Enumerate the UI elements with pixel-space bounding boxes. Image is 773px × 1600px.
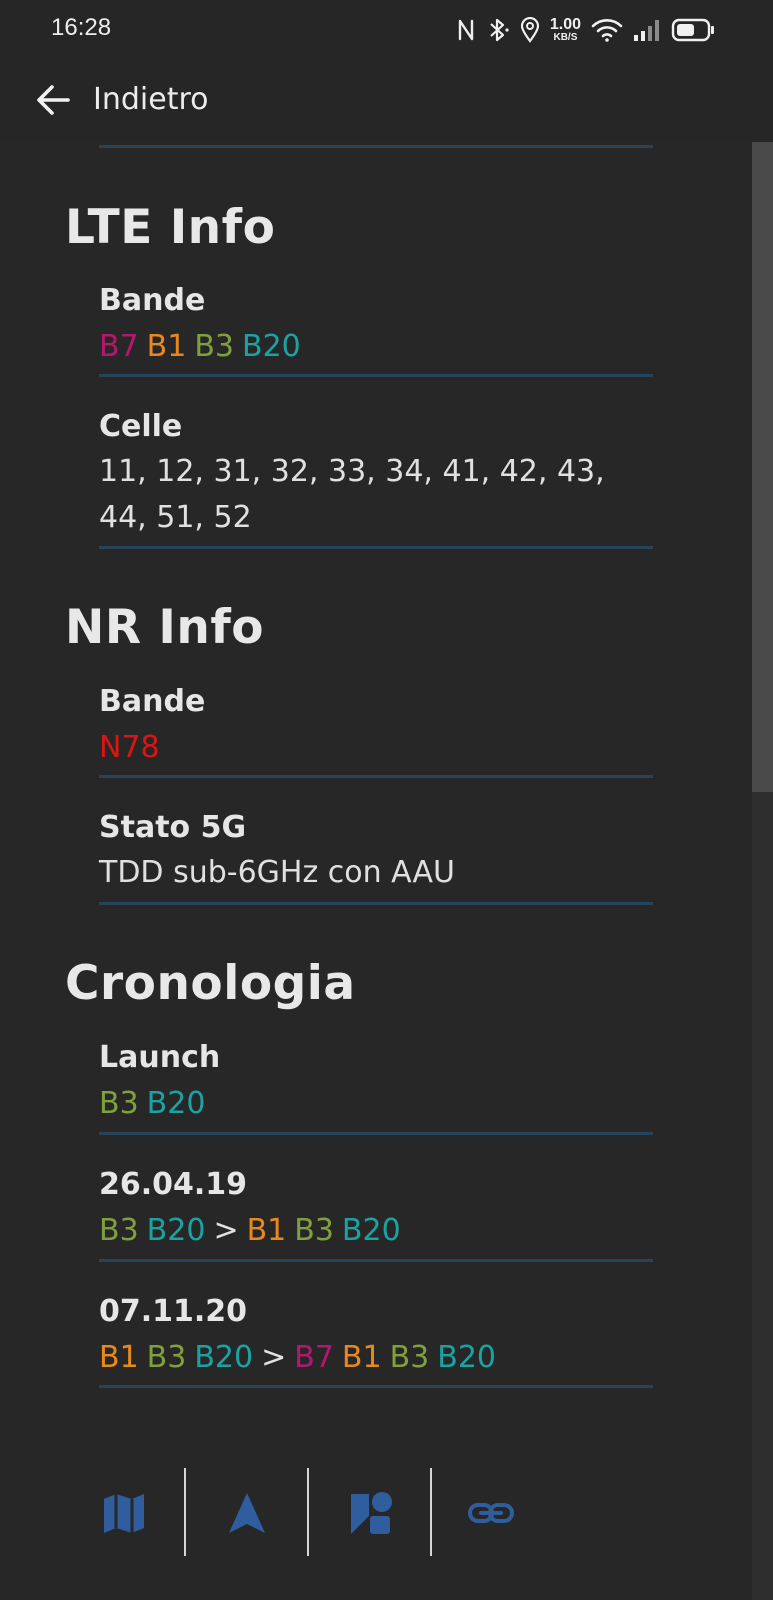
band-b20: B20 <box>194 1340 254 1375</box>
separator <box>99 902 653 905</box>
status-time: 16:28 <box>51 14 112 41</box>
top-app-bar: Indietro <box>0 62 773 142</box>
separator <box>99 1132 653 1135</box>
band-b20: B20 <box>242 329 301 364</box>
band-b20: B20 <box>437 1340 497 1375</box>
lte-bands-label: Bande <box>99 283 206 318</box>
nr-bands-label: Bande <box>99 684 206 719</box>
band-n78: N78 <box>99 730 160 765</box>
divider <box>307 1468 309 1556</box>
separator <box>99 775 653 778</box>
section-title-lte: LTE Info <box>65 200 276 255</box>
back-button[interactable]: Indietro <box>93 82 209 117</box>
band-b1: B1 <box>146 329 187 364</box>
band-b20: B20 <box>146 1213 206 1248</box>
arrow-separator: > <box>213 1213 239 1248</box>
separator <box>99 1385 653 1388</box>
separator <box>99 546 653 549</box>
nr-bands: N78 <box>99 730 168 765</box>
band-b3: B3 <box>146 1340 187 1375</box>
navigation-icon[interactable] <box>224 1490 270 1536</box>
history-entry-bands: B3 B20 <box>99 1086 213 1121</box>
band-b20: B20 <box>146 1086 206 1121</box>
nfc-icon <box>458 19 474 41</box>
history-entry-label: 26.04.19 <box>99 1167 248 1202</box>
scrollbar-thumb[interactable] <box>752 142 773 792</box>
band-b1: B1 <box>246 1213 287 1248</box>
section-title-nr: NR Info <box>65 600 265 655</box>
divider <box>430 1468 432 1556</box>
history-entry-bands: B3 B20 > B1 B3 B20 <box>99 1213 409 1248</box>
shapes-icon[interactable] <box>348 1490 394 1536</box>
lte-bands: B7 B1 B3 B20 <box>99 329 309 364</box>
separator <box>99 145 653 148</box>
nr-status-value: TDD sub-6GHz con AAU <box>99 855 455 890</box>
nr-status-label: Stato 5G <box>99 810 247 845</box>
arrow-separator: > <box>261 1340 287 1375</box>
wifi-icon <box>591 19 623 42</box>
section-title-history: Cronologia <box>65 956 356 1011</box>
map-icon[interactable] <box>101 1490 147 1536</box>
band-b3: B3 <box>294 1213 334 1248</box>
band-b20: B20 <box>341 1213 401 1248</box>
link-icon[interactable] <box>468 1490 514 1536</box>
band-b7: B7 <box>99 329 139 364</box>
band-b3: B3 <box>194 329 235 364</box>
divider <box>184 1468 186 1556</box>
history-entry-label: 07.11.20 <box>99 1294 248 1329</box>
band-b3: B3 <box>99 1086 139 1121</box>
bottom-action-bar <box>0 1438 752 1600</box>
history-entry-bands: B1 B3 B20 > B7 B1 B3 B20 <box>99 1340 504 1375</box>
band-b7: B7 <box>294 1340 334 1375</box>
band-b1: B1 <box>99 1340 139 1375</box>
bluetooth-icon <box>490 18 509 42</box>
history-entry-label: Launch <box>99 1040 221 1075</box>
band-b1: B1 <box>341 1340 382 1375</box>
separator <box>99 374 653 377</box>
location-icon <box>520 17 539 43</box>
status-bar: 16:28 1.00 KB/S <box>0 0 773 62</box>
band-b3: B3 <box>389 1340 430 1375</box>
arrow-left-icon[interactable] <box>34 80 74 120</box>
lte-cells-label: Celle <box>99 409 183 444</box>
net-speed: 1.00 KB/S <box>549 16 581 43</box>
battery-icon <box>671 18 714 42</box>
separator <box>99 1259 653 1262</box>
lte-cells-value: 11, 12, 31, 32, 33, 34, 41, 42, 43, 44, … <box>99 454 605 535</box>
signal-icon <box>634 20 659 41</box>
status-icons: 1.00 KB/S <box>456 14 715 46</box>
band-b3: B3 <box>99 1213 139 1248</box>
